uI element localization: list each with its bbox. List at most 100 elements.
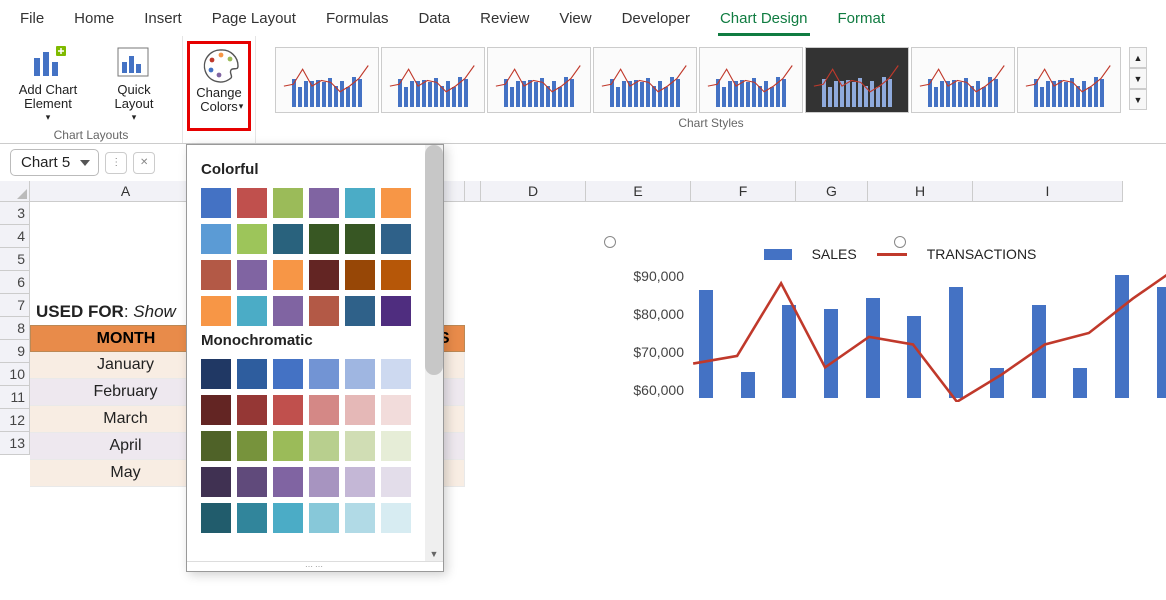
color-swatch[interactable] [345, 188, 375, 218]
color-swatch[interactable] [237, 260, 267, 290]
color-swatch[interactable] [345, 395, 375, 425]
color-swatch[interactable] [201, 467, 231, 497]
row-header-9[interactable]: 9 [0, 340, 30, 363]
tab-chart-design[interactable]: Chart Design [718, 6, 810, 36]
row-header-10[interactable]: 10 [0, 363, 30, 386]
color-swatch[interactable] [345, 467, 375, 497]
color-swatch[interactable] [381, 188, 411, 218]
col-header-E[interactable]: E [586, 181, 691, 202]
color-swatch[interactable] [237, 431, 267, 461]
tab-view[interactable]: View [557, 6, 593, 36]
scroll-down-icon[interactable]: ▼ [425, 549, 443, 559]
tab-format[interactable]: Format [836, 6, 888, 36]
panel-resize-grip[interactable]: ⋯⋯ [187, 561, 443, 571]
tab-review[interactable]: Review [478, 6, 531, 36]
row-header-7[interactable]: 7 [0, 294, 30, 317]
tab-data[interactable]: Data [416, 6, 452, 36]
quick-layout-button[interactable]: Quick Layout ▾ [94, 41, 174, 125]
color-swatch[interactable] [201, 359, 231, 389]
row-header-8[interactable]: 8 [0, 317, 30, 340]
embedded-chart[interactable]: SALES TRANSACTIONS $90,000 $80,000 $70,0… [610, 242, 1166, 417]
color-swatch[interactable] [381, 260, 411, 290]
color-swatch[interactable] [237, 395, 267, 425]
color-swatch[interactable] [201, 503, 231, 533]
row-header-11[interactable]: 11 [0, 386, 30, 409]
col-header-F[interactable]: F [691, 181, 796, 202]
chart-style-2[interactable] [381, 47, 485, 113]
color-swatch[interactable] [273, 467, 303, 497]
tab-page-layout[interactable]: Page Layout [210, 6, 298, 36]
row-header-13[interactable]: 13 [0, 432, 30, 455]
tab-developer[interactable]: Developer [620, 6, 692, 36]
color-swatch[interactable] [381, 467, 411, 497]
add-chart-element-button[interactable]: Add Chart Element ▾ [8, 41, 88, 125]
scrollbar-thumb[interactable] [425, 145, 443, 375]
color-swatch[interactable] [273, 224, 303, 254]
color-swatch[interactable] [309, 395, 339, 425]
select-all-corner[interactable] [0, 181, 30, 202]
resize-handle-tm[interactable] [894, 236, 906, 248]
color-swatch[interactable] [309, 503, 339, 533]
color-swatch[interactable] [381, 503, 411, 533]
color-swatch[interactable] [273, 188, 303, 218]
color-swatch[interactable] [381, 224, 411, 254]
row-header-12[interactable]: 12 [0, 409, 30, 432]
color-swatch[interactable] [381, 395, 411, 425]
chart-style-8[interactable] [1017, 47, 1121, 113]
color-swatch[interactable] [309, 188, 339, 218]
row-header-5[interactable]: 5 [0, 248, 30, 271]
col-header-D[interactable]: D [481, 181, 586, 202]
color-swatch[interactable] [309, 359, 339, 389]
gallery-more[interactable]: ▼ [1129, 89, 1147, 110]
tab-file[interactable]: File [18, 6, 46, 36]
color-swatch[interactable] [345, 296, 375, 326]
color-swatch[interactable] [381, 431, 411, 461]
color-swatch[interactable] [201, 395, 231, 425]
color-swatch[interactable] [309, 296, 339, 326]
col-header-G[interactable]: G [796, 181, 868, 202]
color-swatch[interactable] [309, 467, 339, 497]
chart-style-1[interactable] [275, 47, 379, 113]
color-swatch[interactable] [345, 260, 375, 290]
color-swatch[interactable] [201, 224, 231, 254]
color-swatch[interactable] [345, 503, 375, 533]
color-swatch[interactable] [201, 260, 231, 290]
color-swatch[interactable] [237, 467, 267, 497]
color-swatch[interactable] [237, 503, 267, 533]
color-swatch[interactable] [381, 296, 411, 326]
color-swatch[interactable] [345, 224, 375, 254]
color-swatch[interactable] [237, 224, 267, 254]
row-header-4[interactable]: 4 [0, 225, 30, 248]
color-swatch[interactable] [309, 224, 339, 254]
color-swatch[interactable] [273, 503, 303, 533]
chart-style-4[interactable] [593, 47, 697, 113]
resize-handle-tl[interactable] [604, 236, 616, 248]
fx-separator[interactable]: ⋮ [105, 152, 127, 174]
color-swatch[interactable] [345, 359, 375, 389]
color-swatch[interactable] [273, 260, 303, 290]
color-swatch[interactable] [201, 296, 231, 326]
color-swatch[interactable] [381, 359, 411, 389]
color-swatch[interactable] [273, 296, 303, 326]
color-swatch[interactable] [201, 188, 231, 218]
tab-insert[interactable]: Insert [142, 6, 184, 36]
gallery-scroll-up[interactable]: ▲ [1129, 47, 1147, 68]
chart-style-3[interactable] [487, 47, 591, 113]
color-swatch[interactable] [309, 431, 339, 461]
color-swatch[interactable] [237, 188, 267, 218]
color-panel-scrollbar[interactable]: ▼ [425, 145, 443, 561]
color-swatch[interactable] [273, 395, 303, 425]
color-swatch[interactable] [345, 431, 375, 461]
row-header-6[interactable]: 6 [0, 271, 30, 294]
color-swatch[interactable] [273, 359, 303, 389]
gallery-scroll-down[interactable]: ▼ [1129, 68, 1147, 89]
tab-formulas[interactable]: Formulas [324, 6, 391, 36]
chart-style-6[interactable] [805, 47, 909, 113]
chart-style-5[interactable] [699, 47, 803, 113]
color-swatch[interactable] [201, 431, 231, 461]
chart-style-7[interactable] [911, 47, 1015, 113]
col-header-H[interactable]: H [868, 181, 973, 202]
color-swatch[interactable] [237, 359, 267, 389]
col-header-I[interactable]: I [973, 181, 1123, 202]
color-swatch[interactable] [237, 296, 267, 326]
